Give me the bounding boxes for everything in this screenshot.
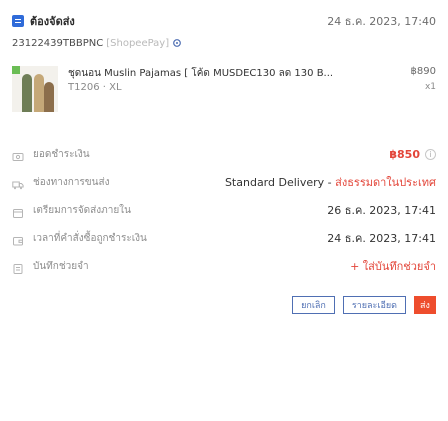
- payment-total-value: ฿850 i: [389, 148, 436, 161]
- product-thumbnail[interactable]: [12, 66, 58, 112]
- product-quantity: x1: [424, 82, 436, 92]
- detail-left: บันทึกช่วยจำ: [12, 259, 89, 274]
- thumbnail-figure: [22, 74, 32, 112]
- ship-button[interactable]: ส่ง: [414, 296, 436, 314]
- cancel-button[interactable]: ยกเลิก: [292, 296, 335, 314]
- product-name[interactable]: ชุดนอน Muslin Pajamas [ โค้ด MUSDEC130 ล…: [68, 66, 368, 81]
- order-date: 24 ธ.ค. 2023, 17:40: [327, 15, 436, 28]
- paid-time-value: 24 ธ.ค. 2023, 17:41: [327, 232, 436, 245]
- check-badge-icon: [12, 66, 20, 74]
- thumbnail-figure: [44, 82, 54, 112]
- payment-method: [ShopeePay]: [106, 37, 170, 49]
- document-icon: [12, 15, 24, 27]
- thumbnail-figure: [34, 74, 44, 112]
- truck-icon: [12, 176, 24, 190]
- order-id: 23122439TBBPNC: [12, 37, 104, 49]
- payment-total-amount: ฿850: [389, 147, 420, 161]
- order-card: ต้องจัดส่ง 24 ธ.ค. 2023, 17:40 23122439T…: [0, 0, 448, 421]
- detail-left: ช่องทางการขนส่ง: [12, 175, 109, 190]
- shipping-method-detail: ส่งธรรมดาในประเทศ: [335, 176, 436, 189]
- paid-time-label: เวลาที่คำสั่งซื้อถูกชำระเงิน: [33, 232, 147, 244]
- detail-row-note: บันทึกช่วยจำ + ใส่บันทึกช่วยจำ: [12, 252, 436, 280]
- order-id-row: 23122439TBBPNC [ShopeePay]: [12, 36, 182, 50]
- shipping-channel-value: Standard Delivery - ส่งธรรมดาในประเทศ: [225, 173, 436, 191]
- order-header: ต้องจัดส่ง 24 ธ.ค. 2023, 17:40: [12, 12, 436, 30]
- detail-left: ยอดชำระเงิน: [12, 147, 90, 162]
- detail-row-payment-total: ยอดชำระเงิน ฿850 i: [12, 140, 436, 168]
- add-note-link[interactable]: + ใส่บันทึกช่วยจำ: [350, 257, 436, 275]
- detail-row-ship-by: เตรียมการจัดส่งภายใน 26 ธ.ค. 2023, 17:41: [12, 196, 436, 224]
- external-link-icon[interactable]: [172, 38, 182, 48]
- detail-row-paid-time: เวลาที่คำสั่งซื้อถูกชำระเงิน 24 ธ.ค. 202…: [12, 224, 436, 252]
- detail-left: เตรียมการจัดส่งภายใน: [12, 203, 131, 218]
- order-status-title: ต้องจัดส่ง: [30, 15, 75, 28]
- calendar-icon: [12, 204, 24, 218]
- ship-by-value: 26 ธ.ค. 2023, 17:41: [327, 204, 436, 217]
- order-actions: ยกเลิก รายละเอียด ส่ง: [292, 296, 436, 314]
- details-button[interactable]: รายละเอียด: [342, 296, 406, 314]
- header-left: ต้องจัดส่ง: [12, 12, 75, 30]
- info-icon[interactable]: i: [425, 148, 436, 160]
- product-price: ฿890: [410, 66, 436, 77]
- note-icon: [12, 260, 24, 274]
- ship-by-label: เตรียมการจัดส่งภายใน: [33, 204, 131, 216]
- note-label: บันทึกช่วยจำ: [33, 260, 89, 272]
- shipping-channel-label: ช่องทางการขนส่ง: [33, 176, 110, 188]
- payment-total-label: ยอดชำระเงิน: [33, 148, 90, 160]
- order-details: ยอดชำระเงิน ฿850 i ช่องทางการขนส่ง Stand…: [12, 140, 436, 280]
- product-variant: T1206 · XL: [68, 82, 122, 93]
- detail-row-shipping: ช่องทางการขนส่ง Standard Delivery - ส่งธ…: [12, 168, 436, 196]
- wallet-icon: [12, 232, 24, 246]
- detail-left: เวลาที่คำสั่งซื้อถูกชำระเงิน: [12, 231, 147, 246]
- product-row[interactable]: ชุดนอน Muslin Pajamas [ โค้ด MUSDEC130 ล…: [12, 66, 436, 114]
- shipping-method: Standard Delivery -: [224, 176, 336, 189]
- cash-icon: [12, 148, 24, 161]
